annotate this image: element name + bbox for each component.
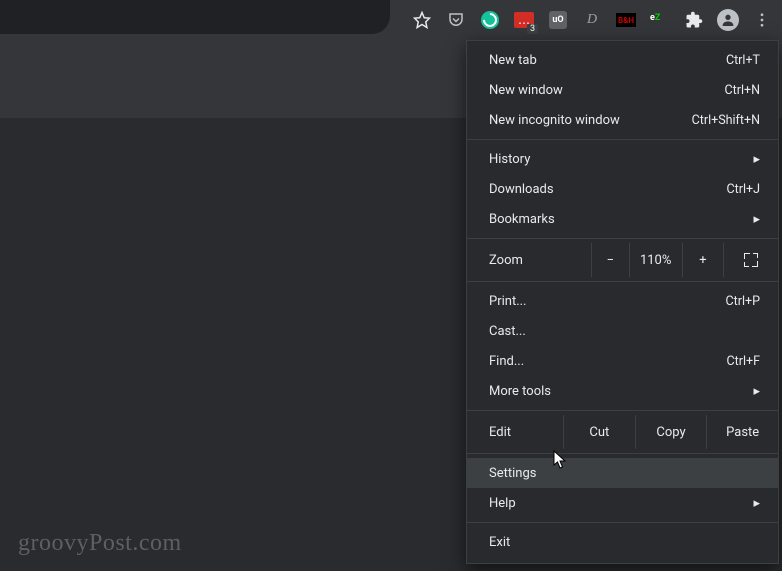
omnibox-edge — [0, 0, 390, 34]
pocket-icon[interactable] — [444, 8, 468, 32]
edit-cut-button[interactable]: Cut — [563, 415, 635, 449]
chevron-right-icon: ▸ — [753, 152, 760, 167]
menu-item-label: New tab — [489, 53, 726, 68]
menu-downloads[interactable]: Downloads Ctrl+J — [467, 174, 778, 204]
menu-dots-icon[interactable] — [750, 8, 774, 32]
profile-icon[interactable] — [716, 8, 740, 32]
menu-cast[interactable]: Cast... — [467, 316, 778, 346]
menu-item-label: Cast... — [489, 324, 760, 339]
lastpass-badge: 3 — [527, 24, 538, 34]
menu-item-label: Exit — [489, 535, 760, 550]
chevron-right-icon: ▸ — [753, 212, 760, 227]
fullscreen-button[interactable] — [723, 243, 778, 277]
menu-item-label: Bookmarks — [489, 212, 753, 227]
lastpass-icon[interactable]: 3 — [512, 8, 536, 32]
extensions-puzzle-icon[interactable] — [682, 8, 706, 32]
extension-ez-icon[interactable]: eZ — [648, 8, 672, 32]
fullscreen-icon — [744, 253, 758, 267]
menu-item-label: More tools — [489, 384, 753, 399]
extension-bh-icon[interactable]: B&H — [614, 8, 638, 32]
menu-separator — [467, 453, 778, 454]
star-icon[interactable] — [410, 8, 434, 32]
menu-item-label: Downloads — [489, 182, 727, 197]
watermark: groovyPost.com — [18, 530, 182, 557]
menu-history[interactable]: History ▸ — [467, 144, 778, 174]
menu-new-window[interactable]: New window Ctrl+N — [467, 75, 778, 105]
menu-new-tab[interactable]: New tab Ctrl+T — [467, 45, 778, 75]
chevron-right-icon: ▸ — [753, 384, 760, 399]
browser-toolbar: 3 uO D B&H eZ — [0, 0, 782, 40]
menu-bookmarks[interactable]: Bookmarks ▸ — [467, 204, 778, 234]
menu-separator — [467, 139, 778, 140]
menu-separator — [467, 522, 778, 523]
menu-item-label: New incognito window — [489, 113, 692, 128]
menu-edit-row: Edit Cut Copy Paste — [467, 415, 778, 449]
menu-item-label: Settings — [489, 466, 760, 481]
menu-item-label: New window — [489, 83, 724, 98]
extension-d-icon[interactable]: D — [580, 8, 604, 32]
menu-separator — [467, 238, 778, 239]
edit-paste-button[interactable]: Paste — [706, 415, 778, 449]
menu-zoom-row: Zoom − 110% + — [467, 243, 778, 277]
chrome-main-menu: New tab Ctrl+T New window Ctrl+N New inc… — [466, 40, 779, 564]
menu-settings[interactable]: Settings — [467, 458, 778, 488]
menu-item-label: Help — [489, 496, 753, 511]
zoom-value: 110% — [629, 243, 682, 277]
menu-item-shortcut: Ctrl+T — [726, 53, 760, 68]
menu-item-label: History — [489, 152, 753, 167]
menu-item-shortcut: Ctrl+J — [727, 182, 761, 197]
menu-new-incognito[interactable]: New incognito window Ctrl+Shift+N — [467, 105, 778, 135]
menu-item-label: Zoom — [489, 253, 591, 268]
edit-copy-button[interactable]: Copy — [635, 415, 707, 449]
ublock-icon[interactable]: uO — [546, 8, 570, 32]
zoom-in-button[interactable]: + — [682, 243, 724, 277]
menu-separator — [467, 410, 778, 411]
menu-item-label: Edit — [489, 425, 563, 440]
menu-item-shortcut: Ctrl+P — [726, 294, 760, 309]
menu-find[interactable]: Find... Ctrl+F — [467, 346, 778, 376]
menu-item-label: Print... — [489, 294, 726, 309]
menu-separator — [467, 281, 778, 282]
menu-more-tools[interactable]: More tools ▸ — [467, 376, 778, 406]
menu-item-shortcut: Ctrl+F — [726, 354, 760, 369]
menu-item-shortcut: Ctrl+Shift+N — [692, 113, 760, 128]
menu-print[interactable]: Print... Ctrl+P — [467, 286, 778, 316]
zoom-out-button[interactable]: − — [591, 243, 629, 277]
menu-help[interactable]: Help ▸ — [467, 488, 778, 518]
menu-item-shortcut: Ctrl+N — [724, 83, 760, 98]
grammarly-icon[interactable] — [478, 8, 502, 32]
menu-item-label: Find... — [489, 354, 726, 369]
menu-exit[interactable]: Exit — [467, 527, 778, 557]
chevron-right-icon: ▸ — [753, 496, 760, 511]
